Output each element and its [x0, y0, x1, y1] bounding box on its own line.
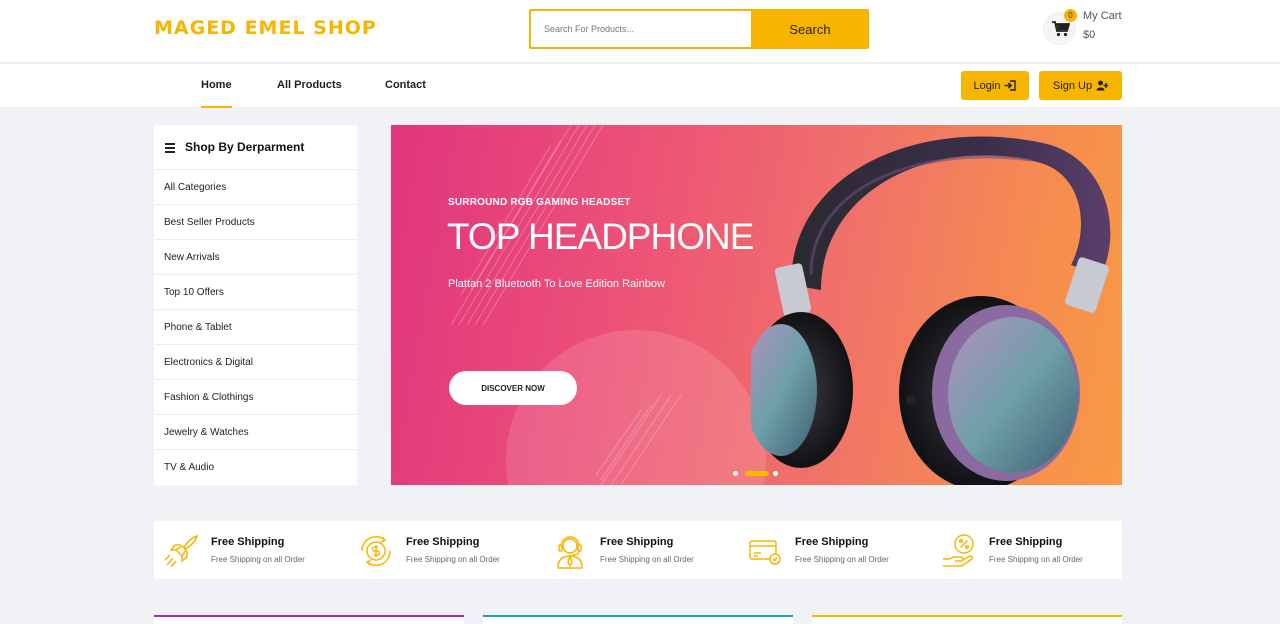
feature-item: Free Shipping Free Shipping on all Order: [543, 521, 733, 579]
headphone-image: [751, 136, 1111, 485]
features-bar: Free Shipping Free Shipping on all Order…: [154, 521, 1122, 579]
feature-item: Free Shipping Free Shipping on all Order: [932, 521, 1122, 579]
search-button[interactable]: Search: [751, 9, 869, 49]
feature-title: Free Shipping: [600, 536, 674, 548]
discount-hand-icon: [943, 534, 974, 567]
feature-subtitle: Free Shipping on all Order: [795, 555, 889, 564]
sidebar-title: Shop By Derparment: [185, 140, 305, 154]
feature-subtitle: Free Shipping on all Order: [600, 555, 694, 564]
category-new-arrivals[interactable]: New Arrivals: [154, 240, 357, 275]
money-back-icon: [361, 536, 391, 566]
feature-title: Free Shipping: [211, 536, 285, 548]
nav-contact[interactable]: Contact: [385, 79, 426, 91]
login-button[interactable]: Login: [961, 71, 1029, 100]
category-fashion[interactable]: Fashion & Clothings: [154, 380, 357, 415]
nav-home[interactable]: Home: [201, 79, 232, 108]
search-bar: Search: [529, 9, 869, 49]
cart-icon: [1052, 21, 1070, 37]
feature-title: Free Shipping: [795, 536, 869, 548]
section-card-top-teal: [483, 615, 793, 624]
cart-total: $0: [1083, 29, 1096, 41]
category-electronics[interactable]: Electronics & Digital: [154, 345, 357, 380]
category-best-seller[interactable]: Best Seller Products: [154, 205, 357, 240]
feature-subtitle: Free Shipping on all Order: [406, 555, 500, 564]
banner-title: TOP HEADPHONE: [447, 216, 754, 257]
category-jewelry[interactable]: Jewelry & Watches: [154, 415, 357, 450]
department-sidebar: Shop By Derparment All Categories Best S…: [154, 125, 357, 485]
slider-dot-1[interactable]: [733, 471, 738, 476]
category-tv-audio[interactable]: TV & Audio: [154, 450, 357, 485]
sign-in-icon: [1004, 80, 1017, 91]
support-agent-icon: [557, 536, 583, 569]
feature-subtitle: Free Shipping on all Order: [989, 555, 1083, 564]
slider-dot-2[interactable]: [745, 471, 769, 476]
hero-banner: SURROUND RGB GAMING HEADSET TOP HEADPHON…: [391, 125, 1122, 485]
nav-all-products[interactable]: All Products: [277, 79, 342, 91]
main-nav: Home All Products Contact Login Sign Up: [0, 64, 1280, 108]
rocket-icon: [164, 534, 199, 568]
category-all-categories[interactable]: All Categories: [154, 170, 357, 205]
secure-card-icon: [749, 540, 781, 565]
cart[interactable]: 0 My Cart $0: [1043, 9, 1133, 50]
slider-dots: [733, 470, 783, 478]
banner-decor-lines-bottom: [595, 395, 682, 485]
discover-now-button[interactable]: DISCOVER NOW: [449, 371, 577, 405]
category-top-offers[interactable]: Top 10 Offers: [154, 275, 357, 310]
feature-title: Free Shipping: [989, 536, 1063, 548]
search-input[interactable]: [531, 11, 753, 47]
feature-item: Free Shipping Free Shipping on all Order: [349, 521, 539, 579]
menu-icon: [165, 142, 175, 153]
site-logo[interactable]: MAGED EMEL SHOP: [154, 17, 377, 39]
signup-button[interactable]: Sign Up: [1039, 71, 1122, 100]
feature-item: Free Shipping Free Shipping on all Order: [154, 521, 344, 579]
section-card-top-purple: [154, 615, 464, 624]
section-card-top-gold: [812, 615, 1122, 624]
sidebar-header[interactable]: Shop By Derparment: [154, 125, 357, 170]
slider-dot-3[interactable]: [773, 471, 778, 476]
cart-icon-wrap[interactable]: 0: [1043, 9, 1077, 45]
user-plus-icon: [1096, 80, 1109, 91]
category-phone-tablet[interactable]: Phone & Tablet: [154, 310, 357, 345]
login-label: Login: [973, 79, 1001, 92]
cart-count-badge: 0: [1064, 9, 1077, 22]
feature-item: Free Shipping Free Shipping on all Order: [738, 521, 928, 579]
cart-label: My Cart: [1083, 10, 1122, 22]
banner-kicker: SURROUND RGB GAMING HEADSET: [448, 197, 631, 208]
banner-subtitle: Plattan 2 Bluetooth To Love Edition Rain…: [448, 278, 665, 290]
feature-title: Free Shipping: [406, 536, 480, 548]
top-header: MAGED EMEL SHOP Search 0 My Cart $0: [0, 0, 1280, 63]
feature-subtitle: Free Shipping on all Order: [211, 555, 305, 564]
signup-label: Sign Up: [1052, 79, 1093, 92]
